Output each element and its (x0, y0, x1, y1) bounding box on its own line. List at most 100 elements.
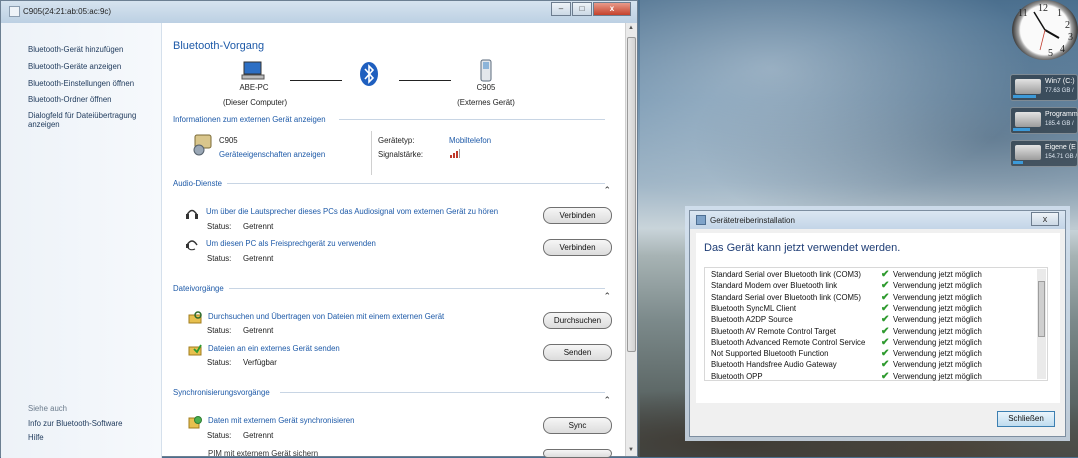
dialog-title: Gerätetreiberinstallation (710, 216, 795, 225)
status-label: Status: (207, 222, 232, 231)
drive-name: Programm (1045, 111, 1078, 118)
clock-gadget[interactable]: 11 12 1 2 3 4 5 (1012, 0, 1078, 60)
sidebar-item-about[interactable]: Info zur Bluetooth-Software (28, 419, 122, 428)
phone-icon (480, 59, 492, 82)
window-icon (9, 6, 20, 17)
list-scrollbar-thumb[interactable] (1038, 281, 1045, 337)
page-title: Bluetooth-Vorgang (173, 40, 265, 52)
drive-gadget-d[interactable]: Programm 185.4 GB / (1010, 107, 1078, 134)
checkmark-icon: ✔ (881, 348, 890, 360)
sync-service-1-status: Getrennt (243, 431, 274, 440)
checkmark-icon: ✔ (881, 314, 890, 326)
sync-section-title[interactable]: Synchronisierungsvorgänge (173, 388, 270, 397)
sync-icon (188, 416, 202, 429)
minimize-button[interactable]: – (551, 2, 571, 16)
driver-status: Verwendung jetzt möglich (893, 292, 982, 302)
dialog-title-bar[interactable]: Gerätetreiberinstallation x (690, 211, 1065, 229)
driver-status: Verwendung jetzt möglich (893, 371, 982, 381)
connection-line-left (290, 80, 342, 81)
headset-icon (186, 240, 198, 251)
browse-files-button[interactable]: Durchsuchen (543, 312, 612, 329)
driver-status: Verwendung jetzt möglich (893, 270, 982, 279)
checkmark-icon: ✔ (881, 325, 890, 337)
driver-name: Bluetooth AV Remote Control Target (711, 326, 836, 336)
drive-size: 77.63 GB / (1045, 88, 1074, 94)
local-device-caption: (Dieser Computer) (222, 98, 288, 107)
connect-audio-button[interactable]: Verbinden (543, 207, 612, 224)
audio-service-1-text[interactable]: Um über die Lautsprecher dieses PCs das … (206, 207, 498, 216)
driver-list[interactable]: Standard Serial over Bluetooth link (COM… (704, 267, 1048, 382)
checkmark-icon: ✔ (881, 370, 890, 382)
info-section-title[interactable]: Informationen zum externen Gerät anzeige… (173, 115, 326, 124)
bluetooth-operation-window: C905(24:21:ab:05:ac:9c) – □ x Bluetooth-… (0, 0, 638, 458)
drive-icon (1015, 112, 1041, 127)
drive-gadget-e[interactable]: Eigene (E 154.71 GB / (1010, 140, 1078, 167)
scrollbar-thumb[interactable] (627, 37, 636, 352)
vertical-scrollbar[interactable]: ▲ ▼ (625, 23, 637, 456)
list-scrollbar[interactable] (1037, 269, 1046, 379)
status-label: Status: (207, 254, 232, 263)
connection-line-right (399, 80, 451, 81)
driver-installation-dialog: Gerätetreiberinstallation x Das Gerät ka… (689, 210, 1066, 437)
driver-name: Bluetooth Handsfree Audio Gateway (711, 360, 837, 370)
scroll-down-icon[interactable]: ▼ (628, 447, 634, 453)
driver-name: Standard Serial over Bluetooth link (COM… (711, 270, 861, 279)
folder-search-icon (188, 311, 202, 324)
driver-name: Bluetooth SyncML Client (711, 303, 797, 313)
sync-button[interactable]: Sync (543, 417, 612, 434)
sidebar-item-show-devices[interactable]: Bluetooth-Geräte anzeigen (28, 62, 121, 71)
sidebar-item-folder[interactable]: Bluetooth-Ordner öffnen (28, 95, 112, 104)
sidebar-item-settings[interactable]: Bluetooth-Einstellungen öffnen (28, 79, 134, 88)
sidebar-item-add-device[interactable]: Bluetooth-Gerät hinzufügen (28, 45, 123, 54)
checkmark-icon: ✔ (881, 280, 890, 292)
drive-size: 185.4 GB / (1045, 121, 1074, 127)
audio-service-1-status: Getrennt (243, 222, 274, 231)
close-button[interactable]: x (593, 2, 631, 16)
drive-usage-bar (1013, 128, 1030, 131)
title-bar[interactable]: C905(24:21:ab:05:ac:9c) – □ x (1, 1, 637, 23)
task-pane: Bluetooth-Gerät hinzufügen Bluetooth-Ger… (1, 23, 162, 458)
device-properties-icon (193, 134, 212, 156)
section-divider (229, 288, 605, 289)
window-title: C905(24:21:ab:05:ac:9c) (23, 7, 112, 16)
file-section-title[interactable]: Dateivorgänge (173, 284, 224, 293)
driver-status: Verwendung jetzt möglich (893, 360, 982, 370)
maximize-button[interactable]: □ (572, 2, 592, 16)
file-service-1-text[interactable]: Durchsuchen und Übertragen von Dateien m… (208, 312, 444, 321)
audio-section-title[interactable]: Audio-Dienste (173, 179, 222, 188)
collapse-audio-icon[interactable]: ⌃ (603, 185, 611, 196)
sidebar-item-file-transfer[interactable]: Dialogfeld für Dateiübertragung anzeigen (28, 111, 153, 129)
collapse-sync-icon[interactable]: ⌃ (603, 395, 611, 406)
collapse-files-icon[interactable]: ⌃ (603, 291, 611, 302)
drive-size: 154.71 GB / (1045, 154, 1078, 160)
computer-icon (241, 61, 265, 80)
local-device-name: ABE-PC (239, 83, 269, 92)
sync-service-1-text[interactable]: Daten mit externem Gerät synchronisieren (208, 416, 354, 425)
headphones-icon (186, 209, 198, 219)
send-files-button[interactable]: Senden (543, 344, 612, 361)
file-service-1-status: Getrennt (243, 326, 274, 335)
remote-device-caption: (Externes Gerät) (457, 98, 515, 107)
checkmark-icon: ✔ (881, 336, 890, 348)
scroll-up-icon[interactable]: ▲ (628, 25, 634, 31)
drive-name: Win7 (C:) (1045, 78, 1075, 85)
drive-icon (1015, 79, 1041, 94)
see-also-heading: Siehe auch (28, 404, 68, 413)
sidebar-item-help[interactable]: Hilfe (28, 433, 44, 442)
drive-name: Eigene (E (1045, 144, 1076, 151)
dialog-close-action-button[interactable]: Schließen (997, 411, 1055, 427)
drive-gadget-c[interactable]: Win7 (C:) 77.63 GB / (1010, 74, 1078, 101)
driver-name: Standard Modem over Bluetooth link (711, 281, 838, 291)
driver-status: Verwendung jetzt möglich (893, 315, 982, 325)
audio-service-2-text[interactable]: Um diesen PC als Freisprechgerät zu verw… (206, 239, 376, 248)
driver-name: Bluetooth A2DP Source (711, 315, 793, 325)
device-properties-link[interactable]: Geräteeigenschaften anzeigen (219, 150, 325, 159)
section-divider (227, 183, 605, 184)
dialog-message: Das Gerät kann jetzt verwendet werden. (704, 242, 901, 254)
drive-usage-bar (1013, 161, 1023, 164)
file-service-2-text[interactable]: Dateien an ein externes Gerät senden (208, 344, 340, 353)
section-divider (339, 119, 605, 120)
connect-handsfree-button[interactable]: Verbinden (543, 239, 612, 256)
main-content: Bluetooth-Vorgang ABE-PC (Dieser Compute… (163, 23, 625, 458)
dialog-close-button[interactable]: x (1031, 212, 1059, 226)
